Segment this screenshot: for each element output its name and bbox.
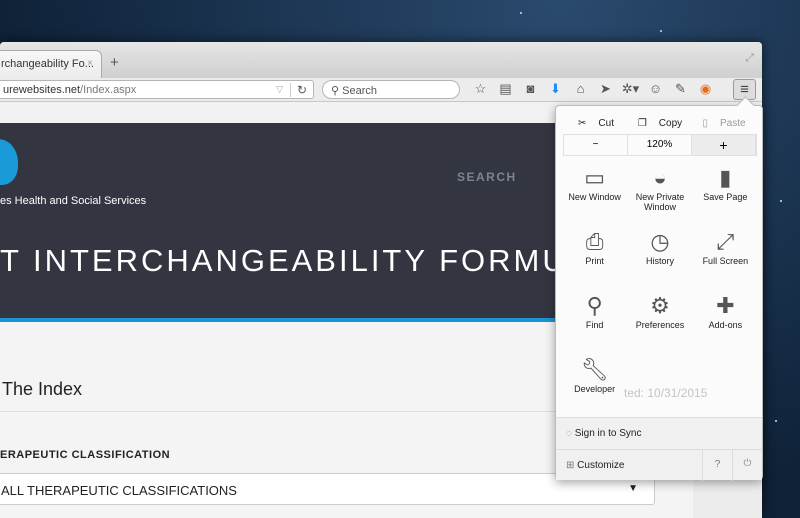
mask-icon: ◒	[653, 165, 667, 190]
search-placeholder: Search	[342, 85, 377, 97]
fullscreen-icon: ⤢	[716, 229, 735, 254]
page-icon: ▮	[719, 165, 732, 190]
sign-in-sync-button[interactable]: ◌ Sign in to Sync	[556, 417, 762, 449]
new-window-button[interactable]: ▭ New Window	[562, 164, 627, 216]
bookmark-star-icon[interactable]: ☆	[468, 81, 493, 97]
power-icon[interactable]: ⏻	[732, 450, 762, 481]
reload-icon[interactable]: ↻	[289, 83, 307, 97]
help-icon[interactable]: ?	[702, 450, 732, 481]
printer-icon: ⎙	[585, 229, 604, 254]
paste-button[interactable]: ▯ Paste	[692, 114, 756, 132]
url-host: urewebsites.net	[3, 84, 81, 96]
full-screen-button[interactable]: ⤢ Full Screen	[693, 228, 758, 280]
tab-bar: rchangeability Fo... × + ⤢	[0, 42, 762, 78]
magnifier-icon: ⚲	[586, 293, 603, 318]
zoom-controls: − 120% +	[563, 134, 757, 156]
color-extension-icon[interactable]: ◉	[693, 81, 718, 97]
url-bar[interactable]: urewebsites.net/Index.aspx ▽ ↻	[0, 80, 314, 99]
history-dropdown-icon[interactable]: ▽	[276, 84, 283, 95]
evernote-icon[interactable]: ✎	[668, 81, 693, 97]
search-input[interactable]: ⚲ Search	[322, 80, 460, 99]
clipboard-icon: ▯	[702, 117, 708, 129]
print-button[interactable]: ⎙ Print	[562, 228, 627, 280]
dropdown-arrow-icon: ▼	[628, 483, 638, 494]
customize-label: Customize	[577, 460, 625, 471]
site-logo[interactable]	[0, 139, 18, 185]
copy-button[interactable]: ❐ Copy	[628, 114, 692, 132]
star	[780, 200, 782, 202]
brand-text: es Health and Social Services	[0, 195, 147, 207]
developer-button[interactable]: 🔧︎ Developer	[562, 356, 627, 408]
item-label: Add-ons	[708, 320, 743, 330]
item-label: Full Screen	[702, 256, 749, 266]
fullscreen-icon[interactable]: ⤢	[745, 52, 754, 65]
item-label: Save Page	[703, 192, 748, 202]
firefox-menu-panel: ✂ Cut ❐ Copy ▯ Paste − 120% + ▭ New Window ◒…	[555, 105, 763, 481]
page-title: T INTERCHANGEABILITY FORMULAR	[0, 243, 638, 278]
item-label: History	[645, 256, 674, 266]
window-icon: ▭	[584, 165, 606, 190]
gear-icon: ⚙	[650, 293, 670, 318]
download-icon[interactable]: ⬇	[543, 81, 568, 97]
zoom-reset-button[interactable]: 120%	[628, 135, 692, 155]
pocket-icon[interactable]: ◙	[518, 81, 543, 97]
reading-list-icon[interactable]: ▤	[493, 81, 518, 97]
url-path: /Index.aspx	[80, 84, 137, 96]
tab-title: rchangeability Fo...	[1, 58, 94, 70]
copy-label: Copy	[658, 117, 683, 129]
puzzle-icon: ✚	[716, 293, 735, 318]
extension-icon[interactable]: ✲▾	[618, 81, 643, 97]
zoom-in-button[interactable]: +	[692, 135, 756, 155]
sync-label: Sign in to Sync	[574, 428, 642, 439]
item-label: New Window	[568, 192, 621, 202]
wrench-icon: 🔧︎	[580, 357, 609, 382]
sync-icon: ◌	[566, 428, 572, 439]
scissors-icon: ✂	[578, 117, 587, 129]
nav-search-link[interactable]: SEARCH	[457, 170, 517, 184]
nav-toolbar: urewebsites.net/Index.aspx ▽ ↻ ⚲ Search ☆ …	[0, 78, 762, 102]
item-label: New Private Window	[635, 192, 685, 212]
add-ons-button[interactable]: ✚ Add-ons	[693, 292, 758, 344]
star	[660, 30, 662, 32]
chat-icon[interactable]: ☺	[643, 81, 668, 97]
item-label: Preferences	[635, 320, 685, 330]
home-icon[interactable]: ⌂	[568, 81, 593, 97]
cut-label: Cut	[598, 117, 614, 129]
classification-value: ALL THERAPEUTIC CLASSIFICATIONS	[1, 483, 237, 498]
new-private-window-button[interactable]: ◒ New Private Window	[627, 164, 692, 216]
classification-label: ERAPEUTIC CLASSIFICATION	[0, 449, 171, 461]
updated-date: ted: 10/31/2015	[624, 386, 708, 400]
send-icon[interactable]: ➤	[593, 81, 618, 97]
star	[520, 12, 522, 14]
paste-label: Paste	[719, 117, 746, 129]
plus-box-icon: ⊞	[566, 460, 575, 471]
item-label: Developer	[574, 384, 616, 394]
zoom-out-button[interactable]: −	[564, 135, 628, 155]
close-tab-icon[interactable]: ×	[87, 58, 93, 69]
history-button[interactable]: ◷ History	[627, 228, 692, 280]
save-page-button[interactable]: ▮ Save Page	[693, 164, 758, 216]
cut-button[interactable]: ✂ Cut	[564, 114, 628, 132]
find-button[interactable]: ⚲ Find	[562, 292, 627, 344]
preferences-button[interactable]: ⚙ Preferences	[627, 292, 692, 344]
index-heading: The Index	[2, 379, 83, 399]
item-label: Print	[585, 256, 604, 266]
item-label: Find	[585, 320, 604, 330]
new-tab-button[interactable]: +	[110, 54, 119, 71]
star	[775, 420, 777, 422]
tab-active[interactable]: rchangeability Fo... ×	[0, 50, 102, 78]
clock-icon: ◷	[650, 229, 670, 254]
edit-controls: ✂ Cut ❐ Copy ▯ Paste	[564, 114, 756, 132]
copy-icon: ❐	[637, 117, 647, 129]
customize-button[interactable]: ⊞ Customize ? ⏻	[556, 449, 762, 481]
